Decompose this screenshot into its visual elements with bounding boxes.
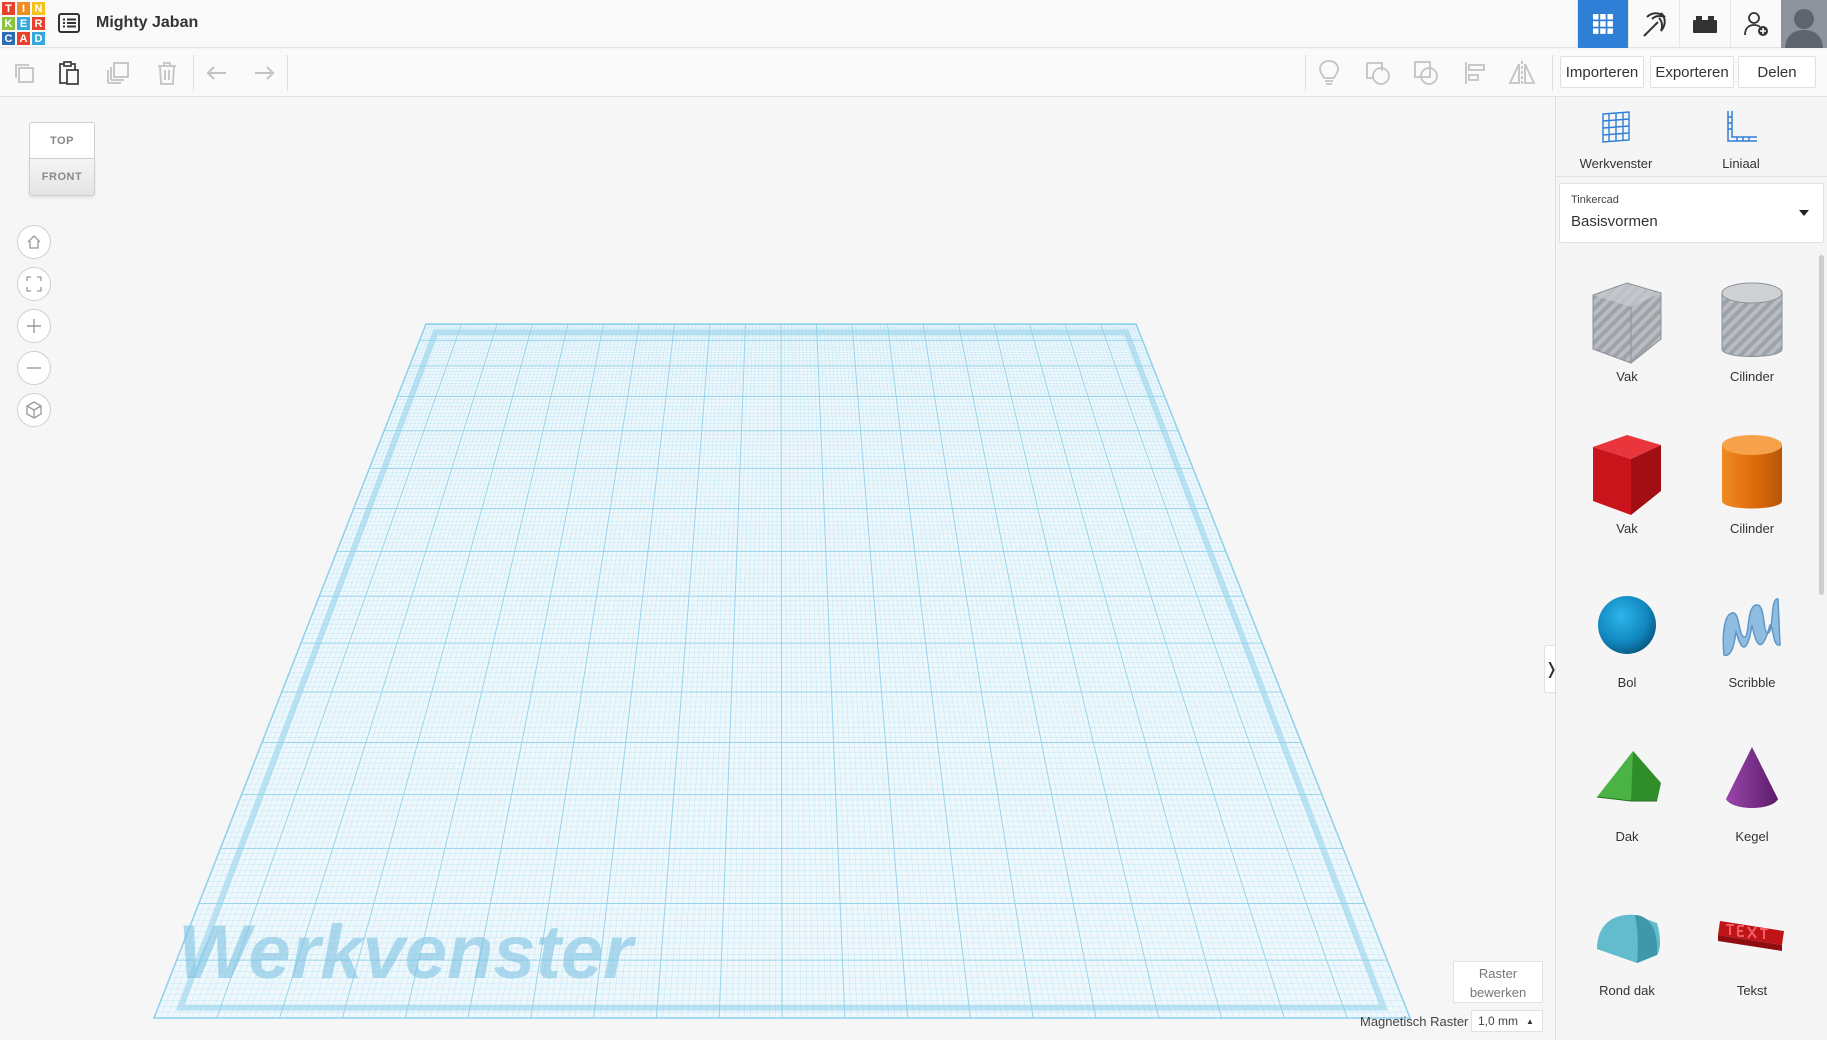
add-user-icon[interactable] [1730, 0, 1781, 48]
shape-label: Bol [1617, 675, 1637, 690]
perspective-icon[interactable] [17, 393, 51, 427]
import-button[interactable]: Importeren [1560, 56, 1644, 88]
ruler-icon [1727, 111, 1757, 142]
trash-icon[interactable] [143, 49, 191, 97]
export-button[interactable]: Exporteren [1650, 56, 1734, 88]
design-title[interactable]: Mighty Jaban [96, 14, 198, 32]
ungroup-icon[interactable] [1402, 49, 1450, 97]
shape-label: Cilinder [1729, 521, 1775, 536]
3d-viewport[interactable]: Werkvenster TOP FRONT Raster bewerken Ma… [0, 97, 1558, 1040]
zoom-in-icon[interactable] [17, 309, 51, 343]
logo-letter: R [31, 16, 46, 31]
logo-letter: A [16, 31, 31, 46]
paste-icon[interactable] [45, 49, 93, 97]
logo-letter: E [16, 16, 31, 31]
shape-label: Kegel [1735, 829, 1769, 844]
workplane-watermark: Werkvenster [178, 910, 637, 995]
shape-cone[interactable]: Kegel [1697, 739, 1807, 844]
scribble-icon [1722, 598, 1781, 657]
round-roof-icon [1597, 914, 1660, 963]
lightbulb-icon[interactable] [1305, 49, 1353, 97]
snap-grid-select[interactable]: 1,0 mm ▲ [1471, 1010, 1543, 1032]
undo-icon[interactable] [193, 49, 241, 97]
box-icon [1593, 435, 1661, 515]
sphere-icon [1598, 596, 1656, 654]
view-cube[interactable]: TOP FRONT [29, 122, 95, 200]
panel-scrollbar[interactable] [1819, 255, 1824, 595]
redo-icon[interactable] [240, 49, 288, 97]
pickaxe-icon[interactable] [1628, 0, 1679, 48]
share-button[interactable]: Delen [1738, 56, 1816, 88]
duplicate-icon[interactable] [94, 49, 142, 97]
logo-letter: C [1, 31, 16, 46]
edit-grid-label-line1: Raster [1478, 966, 1518, 981]
text-icon [1718, 921, 1784, 951]
shape-label: Rond dak [1599, 983, 1655, 998]
shape-label: Scribble [1728, 675, 1776, 690]
view-cube-front[interactable]: FRONT [29, 158, 95, 196]
avatar[interactable] [1781, 0, 1827, 48]
shape-cylinder-hole[interactable]: Cilinder [1697, 279, 1807, 384]
edit-toolbar: Importeren Exporteren Delen [0, 49, 1827, 97]
library-name: Basisvormen [1571, 213, 1658, 230]
group-icon[interactable] [1354, 49, 1402, 97]
shape-label: Dak [1615, 829, 1639, 844]
cylinder-hole-icon [1721, 282, 1783, 357]
shape-label: Cilinder [1729, 369, 1775, 384]
zoom-out-icon[interactable] [17, 351, 51, 385]
edit-grid-label-line2: bewerken [1469, 985, 1527, 1000]
logo-letter: K [1, 16, 16, 31]
shape-sphere[interactable]: Bol [1572, 585, 1682, 690]
box-hole-icon [1592, 282, 1662, 364]
logo-letter: N [31, 1, 46, 16]
shape-cylinder[interactable]: Cilinder [1697, 431, 1807, 536]
shape-round-roof[interactable]: Rond dak [1572, 893, 1682, 998]
workplane-tool-label: Werkvenster [1579, 156, 1653, 171]
workplane-icon [1602, 111, 1630, 143]
bricks-icon[interactable] [1679, 0, 1730, 48]
shape-library-select[interactable]: Tinkercad Basisvormen [1559, 183, 1824, 243]
mirror-icon[interactable] [1498, 49, 1546, 97]
shape-box[interactable]: Vak [1572, 431, 1682, 536]
shape-label: Vak [1616, 521, 1638, 536]
design-list-icon[interactable] [57, 11, 81, 35]
shape-label: Vak [1616, 369, 1638, 384]
shape-scribble[interactable]: Scribble [1697, 585, 1807, 690]
logo-letter: D [31, 31, 46, 46]
logo-letter: I [16, 1, 31, 16]
shape-label: Tekst [1736, 983, 1768, 998]
3d-design-icon[interactable] [1577, 0, 1628, 48]
tinkercad-logo[interactable]: TINKERCAD [0, 0, 46, 46]
align-icon[interactable] [1451, 49, 1499, 97]
snap-grid-value: 1,0 mm [1478, 1014, 1519, 1028]
ruler-tool[interactable]: Liniaal [1696, 109, 1786, 171]
cone-icon [1726, 747, 1778, 808]
snap-grid-label: Magnetisch Raster [1360, 1014, 1469, 1029]
logo-letter: T [1, 1, 16, 16]
caret-up-icon: ▲ [1526, 1016, 1534, 1026]
roof-icon [1596, 751, 1661, 802]
home-view-icon[interactable] [17, 225, 51, 259]
shapes-panel: Werkvenster Liniaal Tinkercad Basisvorme… [1555, 97, 1827, 1040]
workplane-grid[interactable]: Werkvenster [0, 97, 1555, 1040]
library-category: Tinkercad [1571, 194, 1619, 206]
view-cube-top[interactable]: TOP [29, 122, 95, 158]
shape-roof[interactable]: Dak [1572, 739, 1682, 844]
ruler-tool-label: Liniaal [1722, 156, 1760, 171]
copy-icon[interactable] [0, 49, 48, 97]
dropdown-arrow-icon [1799, 210, 1809, 216]
shape-text[interactable]: Tekst [1697, 893, 1807, 998]
app-header: TINKERCAD Mighty Jaban [0, 0, 1827, 48]
edit-grid-button[interactable]: Raster bewerken [1453, 961, 1543, 1003]
fit-view-icon[interactable] [17, 267, 51, 301]
shape-box-hole[interactable]: Vak [1572, 279, 1682, 384]
workplane-tool[interactable]: Werkvenster [1571, 109, 1661, 171]
cylinder-icon [1722, 435, 1782, 509]
